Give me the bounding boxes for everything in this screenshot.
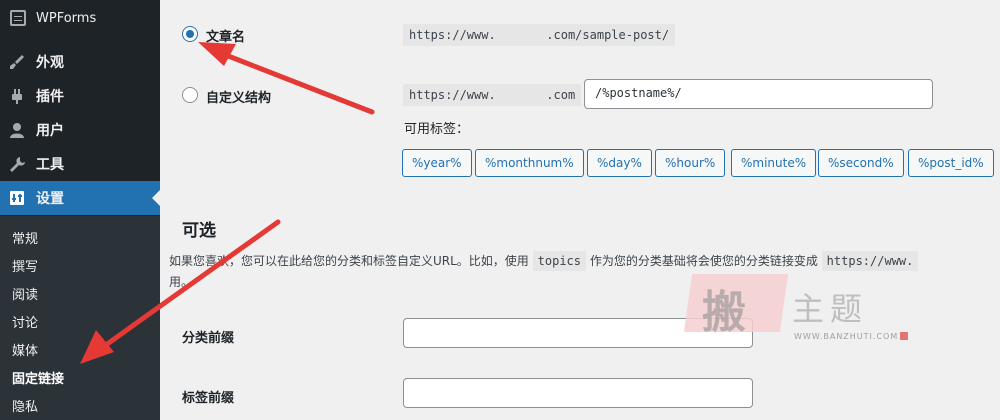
tag-button[interactable]: %hour% xyxy=(655,149,726,177)
sidebar-item-label: 工具 xyxy=(36,157,64,173)
sidebar-item-label: 设置 xyxy=(36,191,64,207)
optional-description-line2: 用。 xyxy=(169,275,194,289)
sidebar-item-plugins[interactable]: 插件 xyxy=(0,79,160,113)
tag-button[interactable]: %second% xyxy=(818,149,904,177)
optional-section-title: 可选 xyxy=(182,221,216,241)
sidebar-item-label: WPForms xyxy=(36,10,97,26)
watermark-seal-char: 搬 xyxy=(702,287,746,338)
available-tags-label: 可用标签： xyxy=(404,122,470,137)
post-name-label[interactable]: 文章名 xyxy=(206,26,245,45)
desc-code: https://www. xyxy=(821,251,919,271)
custom-structure-radio[interactable] xyxy=(182,87,198,103)
category-base-label: 分类前缀 xyxy=(182,331,235,346)
watermark-title: 主题 xyxy=(792,290,869,328)
post-name-radio[interactable] xyxy=(182,26,198,42)
tag-button[interactable]: %monthnum% xyxy=(475,149,584,177)
sidebar-item-wpforms[interactable]: WPForms xyxy=(0,0,160,36)
watermark-logo: 搬 主题 WWW.BANZHUTI.COM xyxy=(683,270,914,350)
wrench-icon xyxy=(8,155,26,173)
tag-button[interactable]: %minute% xyxy=(731,149,817,177)
admin-sidebar: WPForms 外观 插件 用户 工具 设置 常规 撰写 阅读 讨论 媒体 固定… xyxy=(0,0,160,420)
submenu-privacy[interactable]: 隐私 xyxy=(12,396,38,415)
sidebar-item-label: 用户 xyxy=(36,123,64,139)
custom-structure-label[interactable]: 自定义结构 xyxy=(206,87,271,106)
tag-button[interactable]: %year% xyxy=(402,149,472,177)
plugin-icon xyxy=(8,87,26,105)
watermark-url: WWW.BANZHUTI.COM xyxy=(794,332,899,341)
sidebar-item-settings[interactable]: 设置 xyxy=(0,181,160,215)
desc-text: 如果您喜欢，您可以在此给您的分类和标签自定义URL。比如，使用 xyxy=(169,254,529,268)
tag-base-label: 标签前缀 xyxy=(182,391,235,406)
available-tags-list: %year% %monthnum% %day% %hour% %minute% … xyxy=(402,149,1000,177)
custom-structure-prefix: https://www. .com xyxy=(403,84,582,106)
tag-button[interactable]: %day% xyxy=(587,149,652,177)
tag-button[interactable]: %post_id% xyxy=(908,149,994,177)
user-icon xyxy=(8,121,26,139)
form-icon xyxy=(10,10,26,26)
tag-base-input[interactable] xyxy=(403,378,753,408)
submenu-discussion[interactable]: 讨论 xyxy=(12,312,38,331)
submenu-permalinks[interactable]: 固定链接 xyxy=(12,368,64,387)
sidebar-item-users[interactable]: 用户 xyxy=(0,113,160,147)
submenu-writing[interactable]: 撰写 xyxy=(12,256,38,275)
watermark-dot xyxy=(900,332,908,340)
custom-structure-input[interactable]: /%postname%/ xyxy=(584,79,933,109)
desc-code: topics xyxy=(532,251,586,271)
optional-description: 如果您喜欢，您可以在此给您的分类和标签自定义URL。比如，使用 topics 作… xyxy=(169,250,1000,272)
submenu-reading[interactable]: 阅读 xyxy=(12,284,38,303)
post-name-example-url: https://www. .com/sample-post/ xyxy=(403,24,676,46)
desc-text: 作为您的分类基础将会使您的分类链接变成 xyxy=(589,254,818,268)
settings-submenu: 常规 撰写 阅读 讨论 媒体 固定链接 隐私 xyxy=(0,216,160,420)
sidebar-item-label: 外观 xyxy=(36,55,64,71)
sidebar-item-appearance[interactable]: 外观 xyxy=(0,45,160,79)
sidebar-item-label: 插件 xyxy=(36,89,64,105)
paintbrush-icon xyxy=(8,53,26,71)
submenu-general[interactable]: 常规 xyxy=(12,228,38,247)
sidebar-item-tools[interactable]: 工具 xyxy=(0,147,160,181)
settings-icon xyxy=(8,189,26,207)
submenu-media[interactable]: 媒体 xyxy=(12,340,38,359)
